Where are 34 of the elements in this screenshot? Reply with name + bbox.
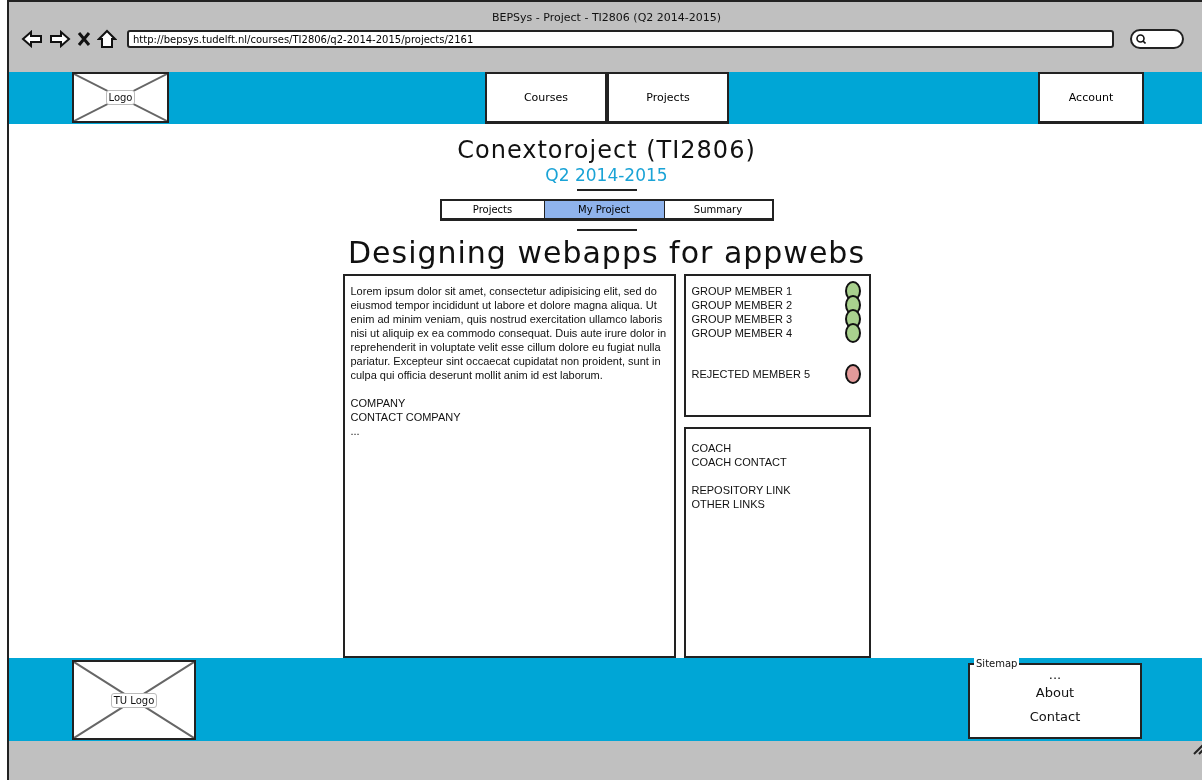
term-subtitle: Q2 2014-2015: [545, 165, 668, 185]
nav-button[interactable]: Projects: [607, 72, 729, 124]
member-name: REJECTED MEMBER 5: [691, 367, 811, 381]
sitemap-link[interactable]: About: [1035, 681, 1075, 705]
forward-icon[interactable]: [49, 30, 71, 48]
nav-button[interactable]: Courses: [485, 72, 607, 124]
search-field[interactable]: [1130, 29, 1184, 49]
logo-label: TU Logo: [110, 692, 158, 708]
description-line: CONTACT COMPANY: [350, 410, 462, 424]
info-line: REPOSITORY LINK: [691, 483, 792, 497]
project-title: Designing webapps for appwebs: [347, 235, 866, 270]
tab[interactable]: My Project: [543, 201, 664, 218]
back-icon[interactable]: [21, 30, 43, 48]
info-line: COACH: [691, 441, 733, 455]
member-name: GROUP MEMBER 3: [691, 312, 793, 326]
member-name: GROUP MEMBER 2: [691, 298, 793, 312]
info-line: OTHER LINKS: [691, 497, 766, 511]
member-name: GROUP MEMBER 1: [691, 284, 793, 298]
sitemap-legend: Sitemap: [974, 658, 1020, 669]
description-line: ...: [350, 424, 361, 438]
account-button[interactable]: Account: [1038, 72, 1144, 124]
close-icon[interactable]: [77, 31, 91, 47]
description-text: Lorem ipsum dolor sit amet, consectetur adipisicing elit, sed do eiusmod tempor incididunt ut labore et dolore magna aliqua. Ut enim ad minim veniam, quis nostrud exercitation ullamco laboris nisi ut aliquip ex ea commodo consequat. Duis aute irure dolor in reprehenderit in voluptate velit esse cillum dolore eu fugiat nulla pariatur. Excepteur sint occaecat cupidatat non proident, sunt in culpa qui officia deserunt mollit anim id est laborum.: [350, 284, 667, 382]
page-title: Conextoroject (TI2806): [457, 136, 756, 164]
info-line: COACH CONTACT: [691, 455, 788, 469]
sitemap-link[interactable]: ...: [1048, 669, 1062, 681]
window-title: BEPSys - Project - TI2806 (Q2 2014-2015): [490, 11, 723, 24]
logo-label: Logo: [105, 90, 136, 105]
sitemap-link[interactable]: Contact: [1029, 705, 1081, 729]
address-field[interactable]: http://bepsys.tudelft.nl/courses/TI2806/q2-2014-2015/projects/2161: [127, 30, 1114, 48]
description-line: COMPANY: [350, 396, 407, 410]
search-icon: [1136, 34, 1146, 44]
home-icon[interactable]: [97, 29, 117, 49]
member-name: GROUP MEMBER 4: [691, 326, 793, 340]
